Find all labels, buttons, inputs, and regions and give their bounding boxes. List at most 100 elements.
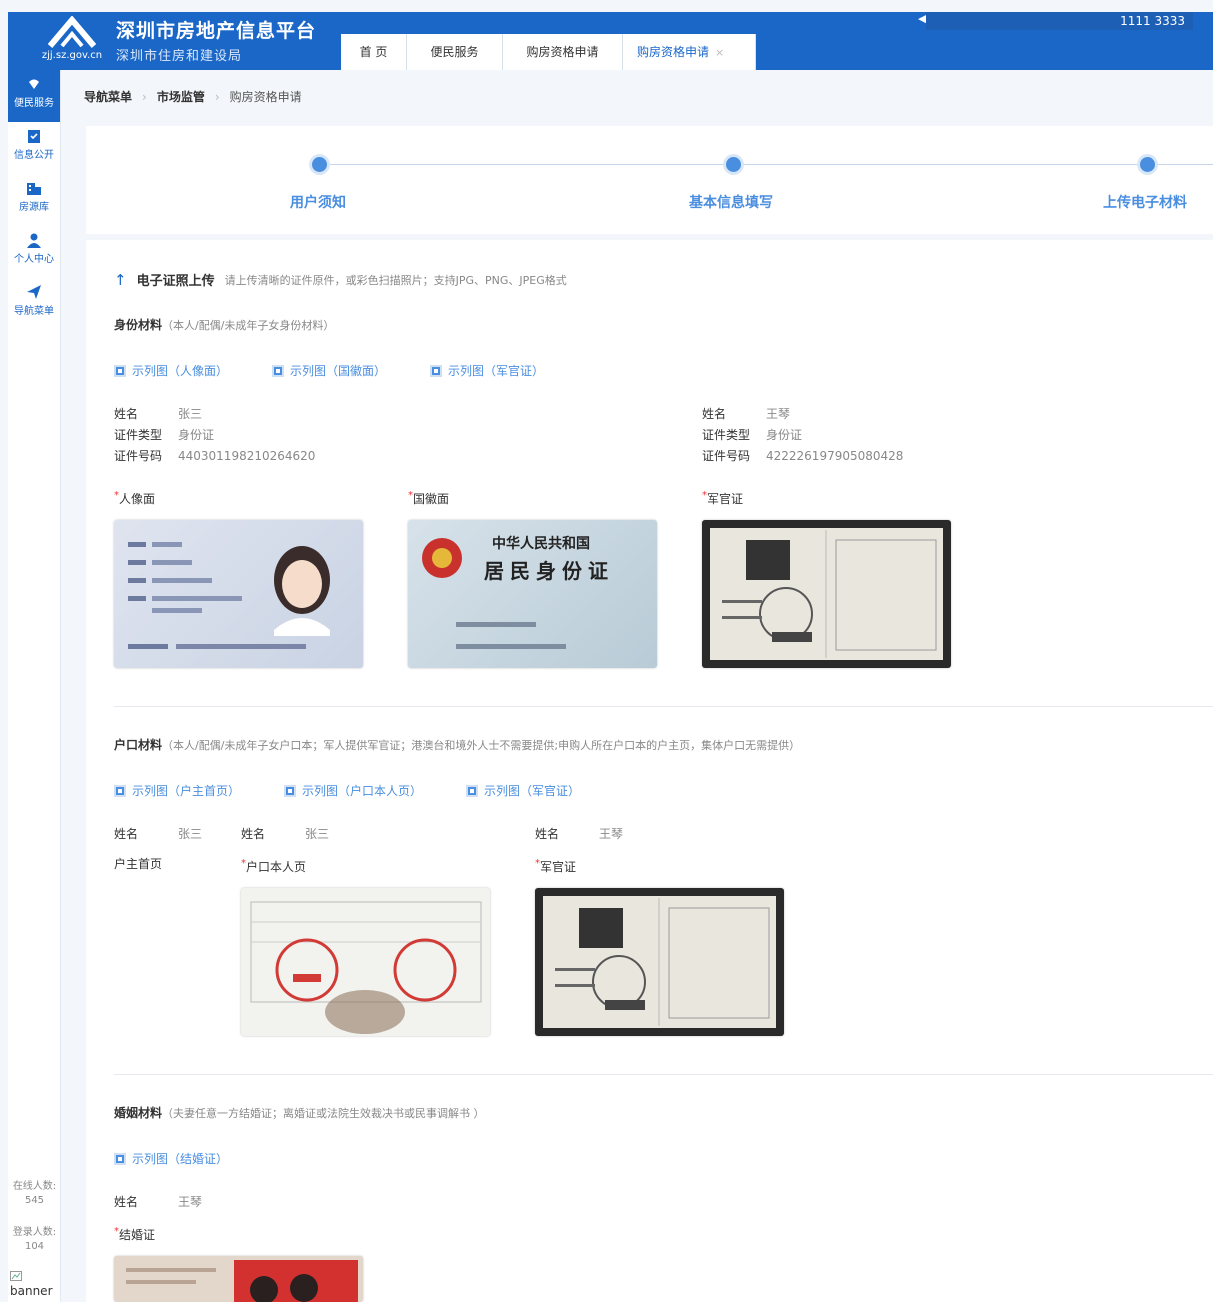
example-label: 示列图（户口本人页） [302,784,423,798]
tab-purchase-qualification-active[interactable]: 购房资格申请 × [623,34,756,70]
breadcrumb-item[interactable]: 导航菜单 [84,88,132,105]
name-value: 王琴 [766,407,791,421]
sidebar-item-housing[interactable]: 房源库 [8,174,60,226]
example-link-hukou-military[interactable]: 示列图（军官证） [466,782,580,799]
section-divider [114,706,1213,707]
progress-steps: 用户须知 基本信息填写 上传电子材料 [86,126,1213,234]
section-divider [114,1074,1213,1075]
site-logo[interactable]: zjj.sz.gov.cn [36,14,108,66]
id-type-value: 身份证 [766,428,803,442]
name-key: 姓名 [702,407,727,421]
tab-purchase-qualification[interactable]: 购房资格申请 [503,34,623,70]
upload-icon: ↑ [114,270,127,289]
marriage-examples: 示列图（结婚证） [114,1150,228,1167]
marriage-note: （夫妻任意一方结婚证；离婚证或法院生效裁决书或民事调解书 ） [162,1107,485,1120]
identity-note: （本人/配偶/未成年子女身份材料） [162,319,335,332]
tab-active-label: 购房资格申请 [637,45,710,59]
example-link-hukou-self[interactable]: 示列图（户口本人页） [284,782,422,799]
logo-domain: zjj.sz.gov.cn [41,50,103,61]
id-type-value: 身份证 [178,428,215,442]
upload-note: 请上传清晰的证件原件，或彩色扫描照片；支持JPG、PNG、JPEG格式 [224,273,567,287]
example-label: 示列图（户主首页） [132,784,241,798]
id-back-line-1: 中华人民共和国 [492,535,590,552]
upload-panel: ↑ 电子证照上传 请上传清晰的证件原件，或彩色扫描照片；支持JPG、PNG、JP… [86,240,1213,1302]
breadcrumb: 导航菜单 › 市场监管 › 购房资格申请 [84,88,302,105]
id-number-key: 证件号码 [702,449,751,463]
image-icon [114,784,126,797]
sidebar-item-services[interactable]: 便民服务 [8,70,60,122]
name-value: 王琴 [178,1195,203,1209]
image-icon [284,784,297,797]
marriage-title: 婚姻材料 [114,1106,163,1120]
marriage-certificate-image[interactable] [114,1256,363,1302]
hukou-page-image[interactable] [241,888,490,1036]
image-icon [114,364,126,377]
id-type-key: 证件类型 [114,428,163,442]
tab-home[interactable]: 首 页 [341,34,407,70]
id-number-key: 证件号码 [114,449,163,463]
breadcrumb-separator: › [214,89,220,104]
example-label: 示列图（军官证） [484,784,581,798]
name-key: 姓名 [114,407,139,421]
logo-icon [48,16,96,48]
military-card-illustration [710,528,943,660]
brand: 深圳市房地产信息平台 深圳市住房和建设局 [116,16,316,64]
upload-section-title: ↑ 电子证照上传 请上传清晰的证件原件，或彩色扫描照片；支持JPG、PNG、JP… [114,270,567,290]
hukou-military-card-image[interactable] [535,888,784,1036]
breadcrumb-separator: › [142,89,147,104]
step-label: 用户须知 [290,195,346,211]
example-link-marriage[interactable]: 示列图（结婚证） [114,1150,228,1167]
step-dot [312,157,327,172]
building-icon [27,183,41,195]
tab-services[interactable]: 便民服务 [407,34,503,70]
image-icon [466,784,479,797]
hukou-note: （本人/配偶/未成年子女户口本；军人提供军官证；港澳台和境外人士不需要提供;申购… [162,739,801,752]
marriage-name: 姓名 王琴 [114,1192,202,1213]
site-title: 深圳市房地产信息平台 [116,20,317,42]
marriage-certificate-illustration [126,1260,358,1302]
id-back-line-2: 居民身份证 [484,559,614,583]
example-label: 示列图（国徽面） [290,364,387,378]
military-card-image[interactable] [702,520,951,668]
breadcrumb-item[interactable]: 市场监管 [157,88,205,105]
id-type-key: 证件类型 [702,428,751,442]
sidebar-item-label: 个人中心 [14,254,54,265]
site-stats: 在线人数: 545 登录人数: 104 [8,1180,61,1272]
step-label: 基本信息填写 [689,195,773,211]
example-link-portrait[interactable]: 示列图（人像面） [114,362,228,379]
sidebar-item-personal[interactable]: 个人中心 [8,226,60,278]
example-link-emblem[interactable]: 示列图（国徽面） [272,362,386,379]
name-key: 姓名 [535,827,560,841]
field-label-hukou-head: 户主首页 [114,857,163,871]
person-icon [27,233,41,248]
name-value: 王琴 [599,827,624,841]
header-bar: zjj.sz.gov.cn 深圳市房地产信息平台 深圳市住房和建设局 首 页 便… [8,12,1213,70]
sidebar-item-label: 房源库 [19,202,49,213]
hukou-name-3: 姓名 王琴 [535,824,623,845]
hukou-page-illustration [250,901,482,1034]
online-label: 在线人数: [12,1181,57,1192]
sidebar-item-navmenu[interactable]: 导航菜单 [8,278,60,330]
sidebar: 便民服务 信息公开 房源库 个人中心 导航菜单 在线人数: 545 登录人数: 10… [8,70,61,1302]
close-icon[interactable]: × [715,46,724,59]
id-card-back-image[interactable]: 中华人民共和国 居民身份证 [408,520,657,668]
sidebar-item-info[interactable]: 信息公开 [8,122,60,174]
example-label: 示列图（人像面） [132,364,229,378]
example-link-military[interactable]: 示列图（军官证） [430,362,544,379]
sidebar-item-label: 便民服务 [14,98,54,109]
hand-icon [29,79,39,89]
step-label: 上传电子材料 [1103,195,1187,211]
image-icon [272,364,285,377]
identity-examples: 示列图（人像面） 示列图（国徽面） 示列图（军官证） [114,362,544,379]
id-card-front-image[interactable] [114,520,363,668]
field-label-hukou-military: 军官证 [535,858,576,875]
step-dot [1140,157,1155,172]
breadcrumb-current: 购房资格申请 [229,90,302,104]
field-label-marriage: 结婚证 [114,1226,155,1243]
example-link-hukou-head[interactable]: 示列图（户主首页） [114,782,240,799]
banner-image[interactable]: banner [10,1270,53,1298]
image-icon [114,1152,126,1165]
person-b-info: 姓名 王琴 证件类型 身份证 证件号码 422226197905080428 [702,404,903,467]
banner-alt-text: banner [10,1284,53,1298]
broken-image-icon [10,1271,22,1281]
